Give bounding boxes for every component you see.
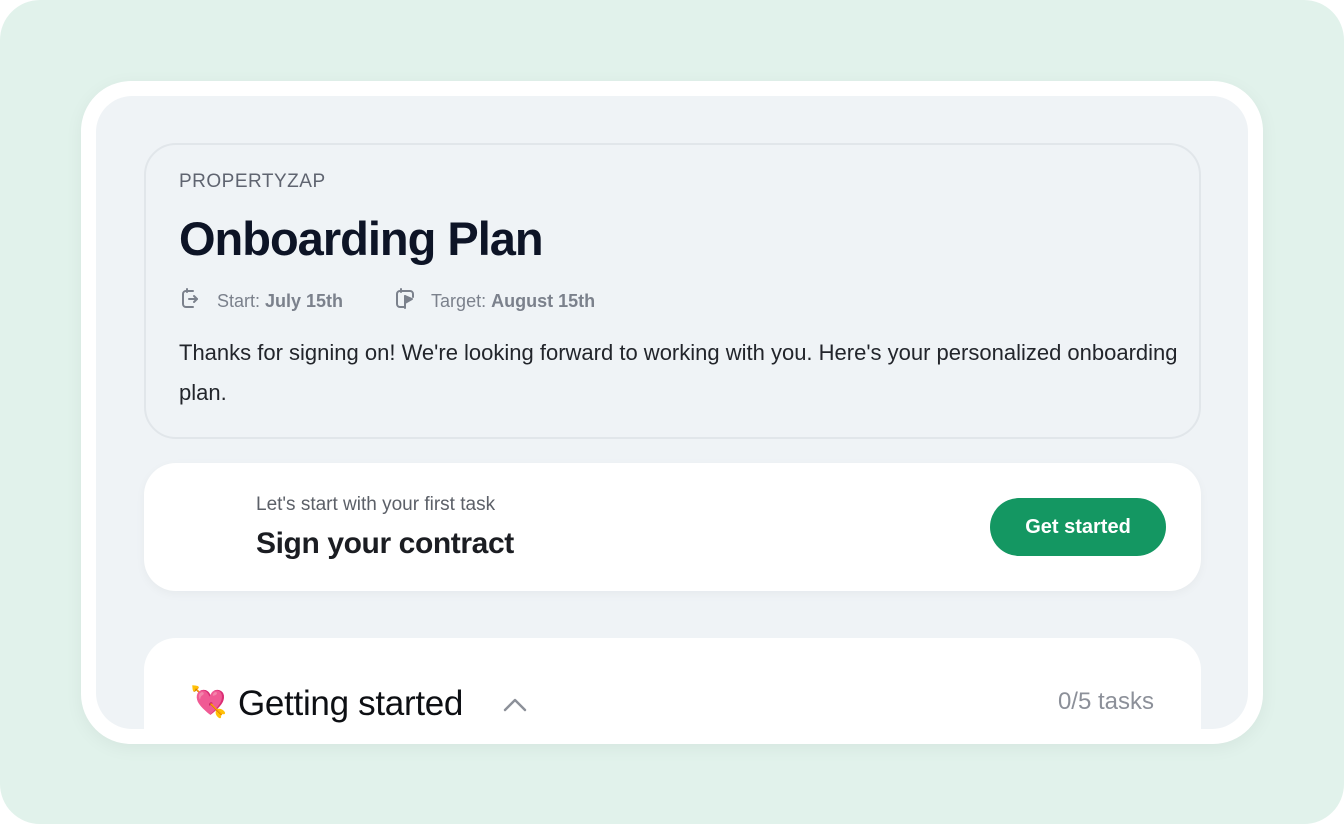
start-date-label: Start:	[217, 291, 261, 311]
calendar-arrow-icon	[179, 287, 217, 316]
plan-dates: Start: July 15th Target: August 15th	[179, 287, 645, 316]
plan-header-card: PROPERTYZAP Onboarding Plan Start: July …	[144, 143, 1201, 439]
get-started-button[interactable]: Get started	[990, 498, 1166, 556]
start-date: Start: July 15th	[179, 287, 343, 316]
target-date: Target: August 15th	[393, 287, 595, 316]
section-getting-started: 💘 Getting started 0/5 tasks	[144, 638, 1201, 729]
heart-arrow-icon: 💘	[190, 686, 228, 719]
section-title[interactable]: Getting started	[238, 684, 463, 724]
calendar-flag-icon	[393, 287, 431, 316]
company-name: PROPERTYZAP	[179, 171, 326, 192]
start-date-value: July 15th	[265, 291, 344, 311]
target-date-label: Target:	[431, 291, 487, 311]
first-task-card: Let's start with your first task Sign yo…	[144, 463, 1201, 591]
page-title: Onboarding Plan	[179, 212, 544, 265]
chevron-up-icon[interactable]	[502, 694, 528, 716]
first-task-kicker: Let's start with your first task	[256, 494, 496, 515]
target-date-value: August 15th	[491, 291, 596, 311]
onboarding-panel: PROPERTYZAP Onboarding Plan Start: July …	[96, 96, 1248, 729]
intro-text: Thanks for signing on! We're looking for…	[179, 340, 1178, 405]
first-task-title: Sign your contract	[256, 527, 514, 560]
task-count: 0/5 tasks	[1057, 688, 1154, 715]
